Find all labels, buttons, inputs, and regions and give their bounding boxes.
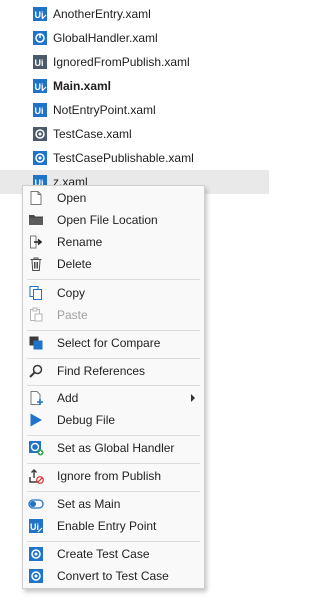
test-case-icon xyxy=(28,546,44,562)
rename-icon xyxy=(28,234,44,250)
menu-item-convert-to-test-case[interactable]: Convert to Test Case xyxy=(23,565,204,587)
svg-text:Ui: Ui xyxy=(35,58,44,68)
menu-item-ignore-from-publish[interactable]: Ignore from Publish xyxy=(23,465,204,487)
menu-item-open[interactable]: Open xyxy=(23,187,204,209)
menu-item-rename[interactable]: Rename xyxy=(23,231,204,253)
menu-item-paste[interactable]: Paste xyxy=(23,304,204,326)
entry-point-icon: Ui xyxy=(28,518,44,534)
menu-item-debug-file[interactable]: Debug File xyxy=(23,409,204,431)
uipath-ignored-icon: Ui xyxy=(33,55,47,69)
uipath-file-icon: Ui xyxy=(33,103,47,117)
menu-separator xyxy=(27,279,200,280)
file-item-globalhandler[interactable]: GlobalHandler.xaml xyxy=(0,26,269,50)
menu-separator xyxy=(27,385,200,386)
menu-item-set-as-main[interactable]: Set as Main xyxy=(23,493,204,515)
toggle-icon xyxy=(28,496,44,512)
folder-icon xyxy=(28,212,44,228)
file-tree: Ui AnotherEntry.xaml GlobalHandler.xaml … xyxy=(0,2,269,194)
context-menu: Open Open File Location Rename Delete Co… xyxy=(22,185,205,589)
file-name: Main.xaml xyxy=(53,79,112,93)
menu-separator xyxy=(27,463,200,464)
file-item-anotherentry[interactable]: Ui AnotherEntry.xaml xyxy=(0,2,269,26)
copy-icon xyxy=(28,285,44,301)
search-icon xyxy=(28,363,44,379)
menu-item-set-global-handler[interactable]: Set as Global Handler xyxy=(23,437,204,459)
file-item-ignoredfrompublish[interactable]: Ui IgnoredFromPublish.xaml xyxy=(0,50,269,74)
menu-separator xyxy=(27,358,200,359)
uipath-main-icon: Ui xyxy=(33,79,47,93)
compare-icon xyxy=(28,335,44,351)
menu-separator xyxy=(27,491,200,492)
menu-item-create-test-case[interactable]: Create Test Case xyxy=(23,543,204,565)
file-name: TestCasePublishable.xaml xyxy=(53,151,194,165)
menu-item-select-for-compare[interactable]: Select for Compare xyxy=(23,332,204,354)
document-icon xyxy=(28,190,44,206)
file-item-notentrypoint[interactable]: Ui NotEntryPoint.xaml xyxy=(0,98,269,122)
trash-icon xyxy=(28,256,44,272)
menu-item-delete[interactable]: Delete xyxy=(23,253,204,275)
submenu-arrow-icon xyxy=(191,394,195,402)
svg-text:Ui: Ui xyxy=(35,106,44,116)
menu-separator xyxy=(27,541,200,542)
global-handler-icon xyxy=(33,31,47,45)
paste-icon xyxy=(28,307,44,323)
svg-text:Ui: Ui xyxy=(30,522,39,532)
menu-item-open-file-location[interactable]: Open File Location xyxy=(23,209,204,231)
menu-separator xyxy=(27,435,200,436)
menu-item-copy[interactable]: Copy xyxy=(23,282,204,304)
file-name: IgnoredFromPublish.xaml xyxy=(53,55,190,69)
file-item-main[interactable]: Ui Main.xaml xyxy=(0,74,269,98)
file-name: NotEntryPoint.xaml xyxy=(53,103,156,117)
menu-separator xyxy=(27,330,200,331)
global-handler-icon xyxy=(28,440,44,456)
test-case-icon xyxy=(33,127,47,141)
uipath-entry-icon: Ui xyxy=(33,7,47,21)
file-item-testcase[interactable]: TestCase.xaml xyxy=(0,122,269,146)
file-item-testcasepublishable[interactable]: TestCasePublishable.xaml xyxy=(0,146,269,170)
ignore-publish-icon xyxy=(28,468,44,484)
add-file-icon xyxy=(28,390,44,406)
file-name: TestCase.xaml xyxy=(53,127,132,141)
menu-item-add[interactable]: Add xyxy=(23,387,204,409)
menu-item-enable-entry-point[interactable]: Ui Enable Entry Point xyxy=(23,515,204,537)
test-case-publishable-icon xyxy=(33,151,47,165)
file-name: GlobalHandler.xaml xyxy=(53,31,158,45)
play-icon xyxy=(28,412,44,428)
menu-item-find-references[interactable]: Find References xyxy=(23,360,204,382)
file-name: AnotherEntry.xaml xyxy=(53,7,151,21)
test-case-icon xyxy=(28,568,44,584)
